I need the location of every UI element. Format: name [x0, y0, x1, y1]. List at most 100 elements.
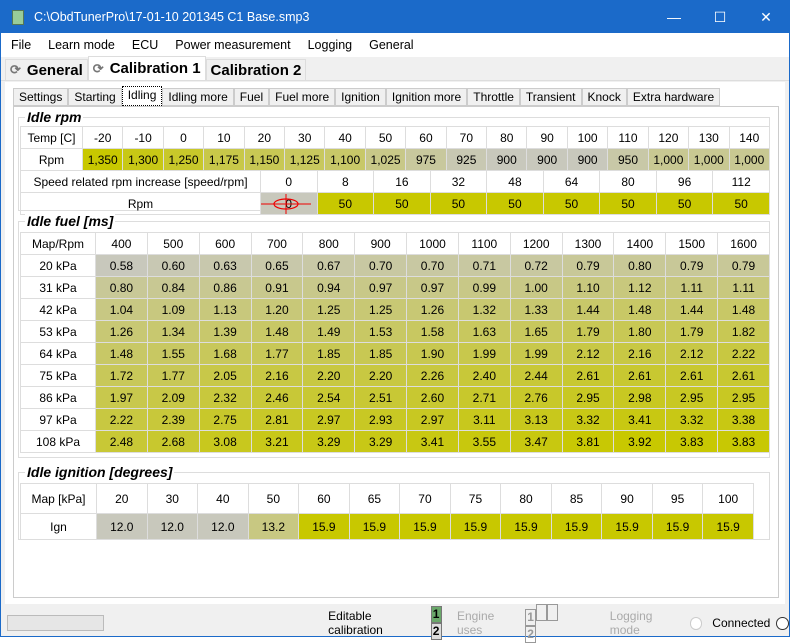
subtab-transient[interactable]: Transient [519, 88, 582, 106]
fuel-cell[interactable]: 0.58 [95, 254, 148, 277]
fuel-cell[interactable]: 3.38 [717, 408, 770, 431]
fuel-cell[interactable]: 2.12 [665, 342, 719, 365]
subtab-idling[interactable]: Idling [121, 86, 163, 106]
fuel-cell[interactable]: 3.41 [613, 408, 667, 431]
fuel-cell[interactable]: 3.08 [198, 430, 252, 453]
fuel-cell[interactable]: 2.39 [146, 408, 200, 431]
fuel-cell[interactable]: 0.67 [302, 254, 356, 277]
rpm-cell[interactable]: 1,025 [364, 148, 407, 171]
fuel-cell[interactable]: 2.26 [406, 364, 459, 387]
fuel-cell[interactable]: 2.93 [354, 408, 408, 431]
fuel-cell[interactable]: 1.48 [613, 298, 667, 321]
fuel-cell[interactable]: 2.20 [302, 364, 356, 387]
fuel-cell[interactable]: 1.79 [665, 320, 719, 343]
fuel-cell[interactable]: 1.48 [717, 298, 770, 321]
fuel-cell[interactable]: 2.12 [561, 342, 615, 365]
rpm-cell[interactable]: 1,300 [122, 148, 164, 171]
speed-rpm-cell[interactable]: 50 [712, 192, 770, 215]
fuel-cell[interactable]: 1.63 [457, 320, 511, 343]
editable-cal-1[interactable]: 1 [430, 606, 442, 623]
fuel-cell[interactable]: 1.26 [95, 320, 148, 343]
fuel-cell[interactable]: 2.61 [665, 364, 719, 387]
fuel-cell[interactable]: 0.94 [302, 276, 356, 299]
fuel-cell[interactable]: 0.79 [561, 254, 615, 277]
fuel-cell[interactable]: 0.79 [717, 254, 770, 277]
fuel-cell[interactable]: 1.11 [717, 276, 770, 299]
ignition-cell[interactable]: 13.2 [247, 513, 300, 540]
menu-file[interactable]: File [11, 38, 31, 52]
rpm-cell[interactable]: 1,150 [243, 148, 286, 171]
fuel-cell[interactable]: 2.98 [613, 386, 667, 409]
tab-calibration-2[interactable]: Calibration 2 [205, 59, 307, 80]
fuel-cell[interactable]: 0.80 [613, 254, 667, 277]
ignition-cell[interactable]: 15.9 [399, 513, 451, 540]
fuel-cell[interactable]: 1.72 [95, 364, 148, 387]
fuel-cell[interactable]: 2.20 [354, 364, 408, 387]
fuel-cell[interactable]: 1.80 [613, 320, 667, 343]
fuel-cell[interactable]: 0.84 [146, 276, 200, 299]
speed-rpm-cell[interactable]: 50 [486, 192, 544, 215]
fuel-cell[interactable]: 1.99 [457, 342, 511, 365]
fuel-cell[interactable]: 2.48 [95, 430, 148, 453]
fuel-cell[interactable]: 1.48 [250, 320, 304, 343]
rpm-cell[interactable]: 925 [445, 148, 488, 171]
fuel-cell[interactable]: 2.05 [198, 364, 252, 387]
fuel-cell[interactable]: 2.16 [250, 364, 304, 387]
speed-rpm-cell[interactable]: 50 [429, 192, 488, 215]
fuel-cell[interactable]: 2.16 [613, 342, 667, 365]
fuel-cell[interactable]: 0.72 [509, 254, 563, 277]
fuel-cell[interactable]: 1.77 [146, 364, 200, 387]
fuel-cell[interactable]: 3.13 [509, 408, 563, 431]
ignition-cell[interactable]: 15.9 [449, 513, 502, 540]
fuel-cell[interactable]: 2.44 [509, 364, 563, 387]
fuel-cell[interactable]: 1.20 [250, 298, 304, 321]
menu-logging[interactable]: Logging [308, 38, 353, 52]
speed-rpm-cell[interactable]: 50 [655, 192, 714, 215]
rpm-cell[interactable]: 1,100 [324, 148, 366, 171]
fuel-cell[interactable]: 1.25 [302, 298, 356, 321]
fuel-cell[interactable]: 1.85 [302, 342, 356, 365]
fuel-cell[interactable]: 3.83 [717, 430, 770, 453]
menu-power-measurement[interactable]: Power measurement [175, 38, 290, 52]
fuel-cell[interactable]: 2.81 [250, 408, 304, 431]
fuel-cell[interactable]: 1.33 [509, 298, 563, 321]
ignition-cell[interactable]: 12.0 [197, 513, 249, 540]
menu-general[interactable]: General [369, 38, 413, 52]
subtab-settings[interactable]: Settings [13, 88, 69, 106]
fuel-cell[interactable]: 1.39 [198, 320, 252, 343]
ignition-cell[interactable]: 12.0 [146, 513, 199, 540]
fuel-cell[interactable]: 3.83 [665, 430, 719, 453]
fuel-cell[interactable]: 1.85 [354, 342, 408, 365]
fuel-cell[interactable]: 1.82 [717, 320, 770, 343]
fuel-cell[interactable]: 0.71 [457, 254, 511, 277]
subtab-starting[interactable]: Starting [68, 88, 122, 106]
rpm-cell[interactable]: 950 [607, 148, 649, 171]
fuel-cell[interactable]: 1.13 [198, 298, 252, 321]
fuel-cell[interactable]: 1.44 [665, 298, 719, 321]
fuel-cell[interactable]: 1.65 [509, 320, 563, 343]
fuel-cell[interactable]: 1.12 [613, 276, 667, 299]
fuel-cell[interactable]: 2.22 [95, 408, 148, 431]
fuel-cell[interactable]: 1.97 [95, 386, 148, 409]
fuel-cell[interactable]: 1.00 [509, 276, 563, 299]
speed-rpm-cell[interactable]: 50 [373, 192, 431, 215]
ignition-cell[interactable]: 15.9 [298, 513, 350, 540]
fuel-cell[interactable]: 3.81 [561, 430, 615, 453]
menu-ecu[interactable]: ECU [132, 38, 158, 52]
fuel-cell[interactable]: 2.97 [406, 408, 459, 431]
ignition-cell[interactable]: 15.9 [550, 513, 603, 540]
fuel-cell[interactable]: 3.32 [665, 408, 719, 431]
fuel-cell[interactable]: 0.70 [406, 254, 459, 277]
rpm-cell[interactable]: 900 [566, 148, 609, 171]
fuel-cell[interactable]: 1.79 [561, 320, 615, 343]
speed-rpm-cell[interactable]: 0 [260, 192, 318, 215]
fuel-cell[interactable]: 2.75 [198, 408, 252, 431]
fuel-cell[interactable]: 1.44 [561, 298, 615, 321]
fuel-cell[interactable]: 0.91 [250, 276, 304, 299]
tab-general[interactable]: ⟳ General [5, 59, 88, 80]
fuel-cell[interactable]: 0.97 [354, 276, 408, 299]
fuel-cell[interactable]: 1.26 [406, 298, 459, 321]
fuel-cell[interactable]: 1.53 [354, 320, 408, 343]
fuel-cell[interactable]: 2.22 [717, 342, 770, 365]
fuel-cell[interactable]: 0.97 [406, 276, 459, 299]
